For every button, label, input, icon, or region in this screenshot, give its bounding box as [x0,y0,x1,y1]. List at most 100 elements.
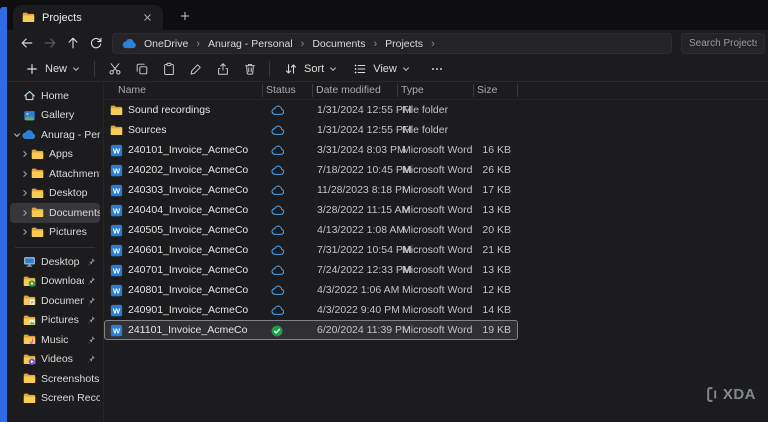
tab-projects[interactable]: Projects [13,5,163,30]
up-button[interactable] [61,32,84,54]
sidebar-item-anurag-person[interactable]: Anurag - Person [10,125,100,145]
forward-button[interactable] [38,32,61,54]
file-date-modified: 1/31/2024 12:55 PM [317,104,412,116]
file-row[interactable]: W 240601_Invoice_AcmeCo 7/31/2022 10:54 PM… [104,240,518,260]
delete-button[interactable] [236,57,263,81]
sidebar-item-label: Gallery [41,109,75,122]
file-row[interactable]: W 240505_Invoice_AcmeCo 4/13/2022 1:08 AM M… [104,220,518,240]
sidebar-item-videos[interactable]: Videos [10,350,100,370]
rename-button[interactable] [182,57,209,81]
sidebar-item-pictures[interactable]: Pictures [10,223,100,243]
file-name: 240101_Invoice_AcmeCo [128,144,249,156]
file-row[interactable]: W 240701_Invoice_AcmeCo 7/24/2022 12:33 PM… [104,260,518,280]
sidebar-item-screenshots[interactable]: Screenshots [10,369,100,389]
content-area: Home Gallery Anurag - Person Apps Attachment… [7,82,768,422]
back-button[interactable] [15,32,38,54]
paste-button[interactable] [155,57,182,81]
column-separator[interactable] [517,84,518,97]
sidebar-item-documents[interactable]: Documents [10,291,100,311]
word-document-icon: W [110,264,123,277]
chevron-down-icon[interactable] [12,131,22,139]
view-button[interactable]: View [345,57,418,81]
titlebar: Projects [7,0,768,30]
music-icon [22,333,36,347]
chevron-down-icon [402,65,410,73]
chevron-right-icon[interactable] [20,189,30,197]
plus-icon [25,62,39,76]
chevron-right-icon[interactable] [20,150,30,158]
file-row[interactable]: W 240303_Invoice_AcmeCo 11/28/2023 8:18 PM… [104,180,518,200]
new-button[interactable]: New [17,57,88,81]
breadcrumb-item[interactable]: OneDrive [144,38,188,50]
sidebar-item-downloads[interactable]: Downloads [10,272,100,292]
column-header-type[interactable]: Type [401,84,424,96]
column-separator[interactable] [473,84,474,97]
file-row[interactable]: Sound recordings 1/31/2024 12:55 PM File f… [104,100,518,120]
file-name: 240901_Invoice_AcmeCo [128,304,249,316]
breadcrumb-item[interactable]: Projects [385,38,423,50]
breadcrumb: OneDrive › Anurag - Personal › Documents › Pro… [144,38,435,50]
cloud-status-icon [271,205,285,216]
breadcrumb-item[interactable]: Anurag - Personal [208,38,293,50]
column-separator[interactable] [262,84,263,97]
close-tab-icon[interactable] [141,11,154,24]
svg-text:W: W [113,167,121,176]
more-options-button[interactable] [424,57,451,81]
address-bar[interactable]: OneDrive › Anurag - Personal › Documents › Pro… [112,33,672,54]
chevron-right-icon[interactable] [20,209,30,217]
sidebar-item-screen-recordin[interactable]: Screen Recordin [10,389,100,409]
new-button-label: New [45,62,68,75]
cloud-status-icon [271,165,285,176]
file-row[interactable]: W 240404_Invoice_AcmeCo 3/28/2022 11:15 AM… [104,200,518,220]
word-document-icon: W [110,304,123,317]
chevron-right-icon[interactable] [20,228,30,236]
pin-icon [86,276,96,286]
new-tab-button[interactable] [175,8,195,24]
chevron-right-icon[interactable] [20,170,30,178]
share-button[interactable] [209,57,236,81]
word-document-icon: W [110,204,123,217]
cloud-status-icon [271,225,285,236]
folder-icon [22,11,35,24]
sidebar-item-gallery[interactable]: Gallery [10,106,100,126]
search-input[interactable] [681,33,765,54]
column-separator[interactable] [397,84,398,97]
file-row[interactable]: W 241101_Invoice_AcmeCo 6/20/2024 11:39 PM… [104,320,518,340]
cut-button[interactable] [101,57,128,81]
column-header-name[interactable]: Name [118,84,146,96]
pin-icon [86,354,96,364]
onedrive-icon [122,38,137,49]
column-header-size[interactable]: Size [477,84,497,96]
column-separator[interactable] [312,84,313,97]
sidebar-item-apps[interactable]: Apps [10,145,100,165]
sidebar-item-label: Screenshots [41,372,100,385]
breadcrumb-item[interactable]: Documents [312,38,365,50]
file-name: 240701_Invoice_AcmeCo [128,264,249,276]
folder-icon [22,391,36,405]
file-row[interactable]: W 240202_Invoice_AcmeCo 7/18/2022 10:45 PM… [104,160,518,180]
sidebar-item-music[interactable]: Music [10,330,100,350]
column-header-status[interactable]: Status [266,84,296,96]
sidebar-item-desktop[interactable]: Desktop [10,184,100,204]
file-row[interactable]: W 240901_Invoice_AcmeCo 4/3/2022 9:40 PM Mi… [104,300,518,320]
column-header-date[interactable]: Date modified [316,84,381,96]
refresh-button[interactable] [84,32,107,54]
sidebar-item-label: Screen Recordin [41,392,100,405]
cloud-status-icon [271,105,285,116]
sidebar-item-home[interactable]: Home [10,86,100,106]
pin-icon [86,257,96,267]
toolbar-separator [269,60,271,77]
cloud-status-icon [271,245,285,256]
file-size: 13 KB [482,264,511,276]
sidebar-item-attachments[interactable]: Attachments [10,164,100,184]
sidebar-item-pictures[interactable]: Pictures [10,311,100,331]
sort-button[interactable]: Sort [276,57,345,81]
pin-icon [86,335,96,345]
file-row[interactable]: Sources 1/31/2024 12:55 PM File folder [104,120,518,140]
sidebar-item-desktop[interactable]: Desktop [10,252,100,272]
copy-button[interactable] [128,57,155,81]
file-row[interactable]: W 240101_Invoice_AcmeCo 3/31/2024 8:03 PM M… [104,140,518,160]
file-row[interactable]: W 240801_Invoice_AcmeCo 4/3/2022 1:06 AM Mi… [104,280,518,300]
sidebar-item-documents[interactable]: Documents [10,203,100,223]
navigation-bar: OneDrive › Anurag - Personal › Documents › Pro… [7,30,768,56]
